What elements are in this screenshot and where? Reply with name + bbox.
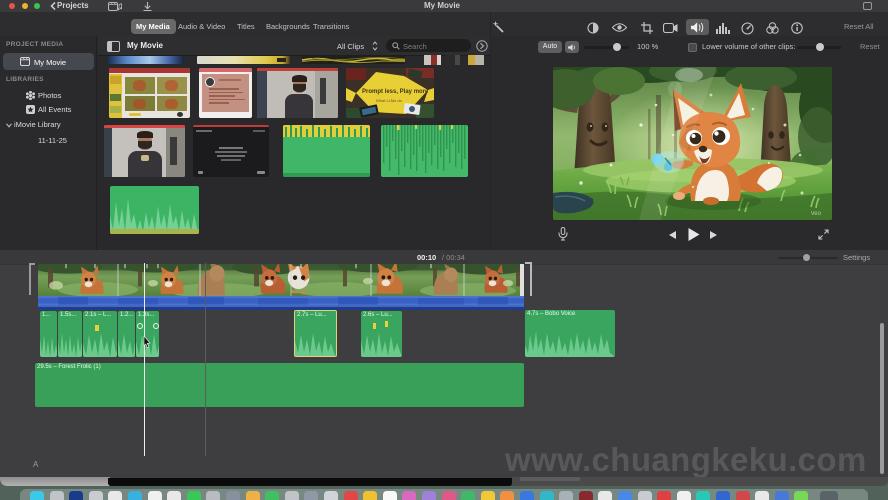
svg-text:Veo: Veo: [811, 211, 822, 217]
